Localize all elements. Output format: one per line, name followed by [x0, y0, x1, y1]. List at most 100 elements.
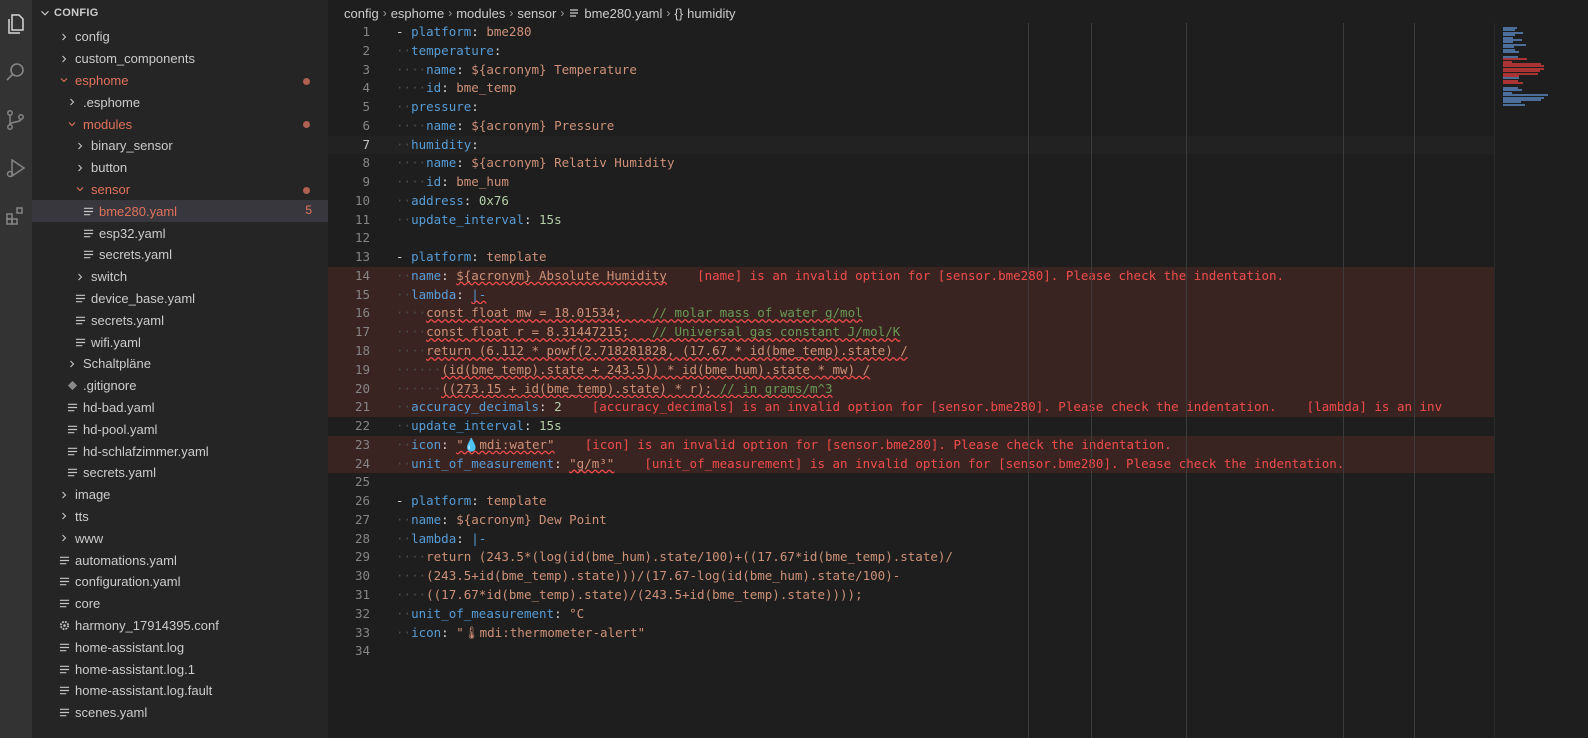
code-line[interactable]: 32 ··unit_of_measurement: °C — [328, 605, 1494, 624]
editor-ruler — [1186, 23, 1187, 738]
tree-item-label: hd-schlafzimmer.yaml — [83, 443, 209, 459]
code-line[interactable]: 24 ··unit_of_measurement: "g/m³" [unit_of… — [328, 454, 1494, 474]
code-line[interactable]: 7 ··humidity: — [328, 135, 1494, 155]
code-line[interactable]: 33 ··icon: "🌡mdi:thermometer-alert" — [328, 624, 1494, 643]
tree-file[interactable]: core — [32, 593, 328, 615]
tree-folder[interactable]: sensor — [32, 179, 328, 201]
code-line[interactable]: 26 - platform: template — [328, 492, 1494, 511]
chevron-right-icon — [56, 29, 72, 45]
code-line[interactable]: 9 ····id: bme_hum — [328, 173, 1494, 192]
chevron-right-icon — [72, 160, 88, 176]
breadcrumb-config[interactable]: config — [344, 6, 379, 21]
tree-folder[interactable]: config — [32, 26, 328, 48]
tree-item-label: home-assistant.log — [75, 639, 185, 655]
activity-bar — [0, 0, 32, 738]
run-debug-icon[interactable] — [0, 148, 32, 188]
explorer-icon[interactable] — [0, 4, 32, 44]
code-line[interactable]: 15 ··lambda: |- — [328, 285, 1494, 305]
code-line[interactable]: 34 — [328, 642, 1494, 661]
tree-file[interactable]: .gitignore — [32, 375, 328, 397]
tree-file[interactable]: device_base.yaml — [32, 288, 328, 310]
extensions-icon[interactable] — [0, 196, 32, 236]
tree-file[interactable]: hd-schlafzimmer.yaml — [32, 440, 328, 462]
tree-file[interactable]: bme280.yaml 5 — [32, 200, 328, 223]
tree-item-label: www — [75, 530, 104, 546]
tree-file[interactable]: configuration.yaml — [32, 571, 328, 593]
tree-file[interactable]: hd-bad.yaml — [32, 397, 328, 419]
code-line[interactable]: 5 ··pressure: — [328, 98, 1494, 117]
code-line[interactable]: 13 - platform: template — [328, 248, 1494, 267]
file-lines-icon — [72, 312, 88, 328]
code-line[interactable]: 2 ··temperature: — [328, 42, 1494, 61]
code-line[interactable]: 6 ····name: ${acronym} Pressure — [328, 117, 1494, 136]
tree-folder[interactable]: esphome — [32, 70, 328, 92]
tree-folder[interactable]: tts — [32, 506, 328, 528]
code-line[interactable]: 11 ··update_interval: 15s — [328, 211, 1494, 230]
code-line[interactable]: 31 ····((17.67*id(bme_temp).state)/(243.5… — [328, 586, 1494, 605]
tree-file[interactable]: hd-pool.yaml — [32, 418, 328, 440]
line-number: 11 — [354, 211, 370, 227]
minimap-line — [1503, 51, 1519, 53]
line-number: 22 — [354, 418, 370, 434]
tree-file[interactable]: home-assistant.log.1 — [32, 658, 328, 680]
code-line[interactable]: 30 ····(243.5+id(bme_temp).state)))/(17.6… — [328, 567, 1494, 586]
breadcrumb-sensor[interactable]: sensor — [517, 6, 556, 21]
file-lines-icon — [56, 574, 72, 590]
explorer-header[interactable]: CONFIG — [32, 0, 328, 26]
code-line[interactable]: 25 — [328, 473, 1494, 492]
code-editor[interactable]: 1 - platform: bme280 2 ··temperature: 3 ····n… — [328, 23, 1494, 738]
code-line[interactable]: 8 ····name: ${acronym} Relativ Humidity — [328, 154, 1494, 173]
source-control-icon[interactable] — [0, 100, 32, 140]
breadcrumb-esphome[interactable]: esphome — [391, 6, 444, 21]
code-line[interactable]: 20 ······((273.15 + id(bme_temp).state) *… — [328, 379, 1494, 399]
code-line[interactable]: 18 ····return (6.112 * powf(2.718281828, … — [328, 342, 1494, 361]
tree-folder[interactable]: button — [32, 157, 328, 179]
code-line[interactable]: 17 ····const float r = 8.31447215; // Uni… — [328, 323, 1494, 343]
code-line[interactable]: 14 ··name: ${acronym} Absolute Humidity [… — [328, 266, 1494, 286]
code-line[interactable]: 4 ····id: bme_temp — [328, 79, 1494, 98]
tree-folder[interactable]: switch — [32, 266, 328, 288]
tree-folder[interactable]: binary_sensor — [32, 135, 328, 157]
line-number: 3 — [362, 61, 370, 77]
tree-file[interactable]: secrets.yaml — [32, 244, 328, 266]
object-icon: {} — [674, 5, 684, 21]
line-number: 18 — [354, 343, 370, 359]
code-line[interactable]: 21 ··accuracy_decimals: 2 [accuracy_decim… — [328, 398, 1494, 418]
breadcrumb-symbol[interactable]: humidity — [687, 6, 735, 21]
code-line[interactable]: 1 - platform: bme280 — [328, 23, 1494, 42]
tree-file[interactable]: harmony_17914395.conf — [32, 615, 328, 637]
tree-file[interactable]: secrets.yaml — [32, 309, 328, 331]
tree-file[interactable]: scenes.yaml — [32, 702, 328, 724]
tree-folder[interactable]: Schaltpläne — [32, 353, 328, 375]
tree-file[interactable]: home-assistant.log.fault — [32, 680, 328, 702]
breadcrumb-modules[interactable]: modules — [456, 6, 505, 21]
code-line[interactable]: 12 — [328, 229, 1494, 248]
code-line[interactable]: 10 ··address: 0x76 — [328, 192, 1494, 211]
code-line[interactable]: 3 ····name: ${acronym} Temperature — [328, 61, 1494, 80]
code-line[interactable]: 27 ··name: ${acronym} Dew Point — [328, 511, 1494, 530]
tree-folder[interactable]: custom_components — [32, 48, 328, 70]
tree-file[interactable]: secrets.yaml — [32, 462, 328, 484]
tree-file[interactable]: wifi.yaml — [32, 331, 328, 353]
code-line[interactable]: 19 ······(id(bme_temp).state + 243.5)) * … — [328, 360, 1494, 380]
code-line[interactable]: 22 ··update_interval: 15s — [328, 417, 1494, 436]
code-line[interactable]: 23 ··icon: "💧mdi:water" [icon] is an inva… — [328, 435, 1494, 455]
tree-file[interactable]: esp32.yaml — [32, 222, 328, 244]
minimap[interactable] — [1494, 23, 1588, 738]
line-number: 27 — [354, 511, 370, 527]
tree-file[interactable]: home-assistant.log — [32, 636, 328, 658]
code-line[interactable]: 16 ····const float mw = 18.01534; // mola… — [328, 304, 1494, 324]
tree-folder[interactable]: .esphome — [32, 91, 328, 113]
tree-folder[interactable]: modules — [32, 113, 328, 135]
tree-folder[interactable]: image — [32, 484, 328, 506]
tree-folder[interactable]: www — [32, 527, 328, 549]
line-number: 33 — [354, 624, 370, 640]
search-icon[interactable] — [0, 52, 32, 92]
tree-item-label: configuration.yaml — [75, 574, 181, 590]
code-line[interactable]: 29 ····return (243.5*(log(id(bme_hum).sta… — [328, 548, 1494, 567]
code-line[interactable]: 28 ··lambda: |- — [328, 530, 1494, 549]
tree-file[interactable]: automations.yaml — [32, 549, 328, 571]
tree-item-label: harmony_17914395.conf — [75, 617, 219, 633]
breadcrumb-file[interactable]: bme280.yaml — [584, 6, 662, 21]
tree-item-label: home-assistant.log.1 — [75, 661, 195, 677]
